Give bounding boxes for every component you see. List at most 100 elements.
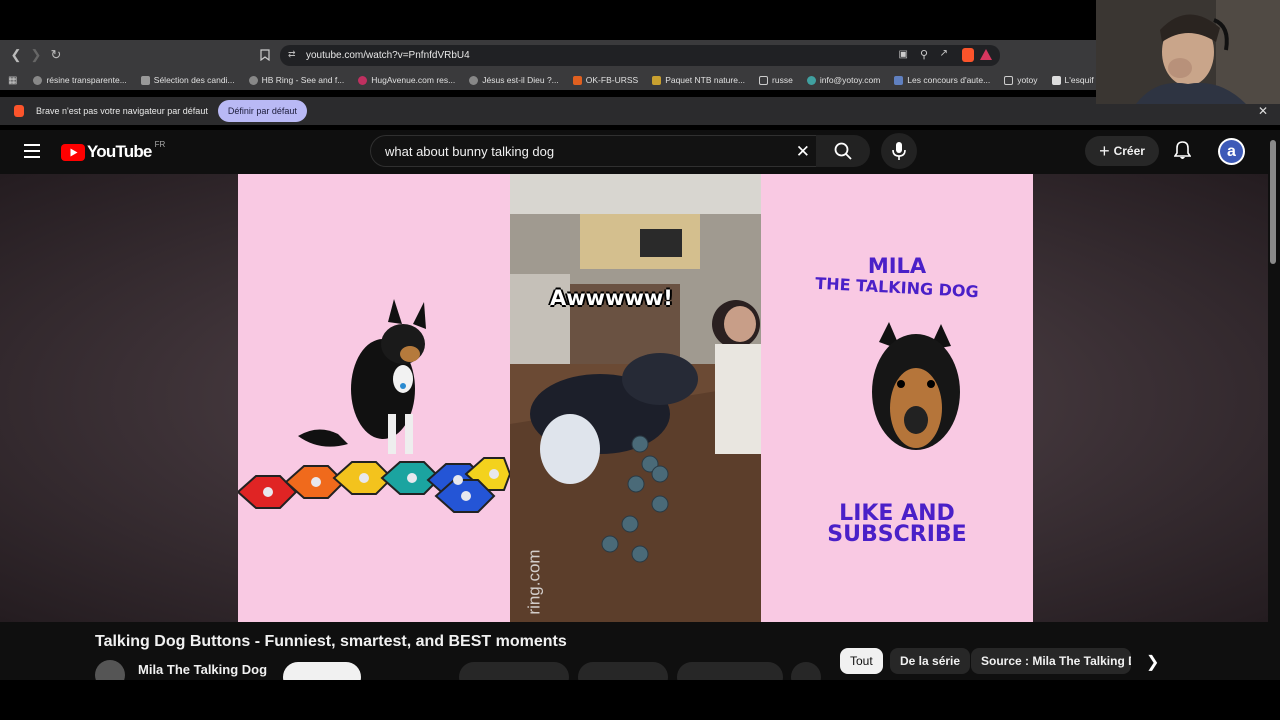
search-button[interactable] <box>816 135 870 167</box>
bookmark-item[interactable]: info@yotoy.com <box>806 75 881 85</box>
bookmark-favicon-icon <box>140 75 150 85</box>
forward-icon[interactable]: ❯ <box>26 45 46 65</box>
bookmark-favicon-icon <box>358 75 368 85</box>
youtube-wordmark: YouTube <box>87 142 152 161</box>
subscribe-button[interactable] <box>283 662 361 680</box>
bookmarks-bar: ▦ résine transparente... Sélection des c… <box>0 70 1280 90</box>
cta-subscribe: SUBSCRIBE <box>827 522 967 547</box>
bookmark-favicon-icon <box>652 75 662 85</box>
screen: ❮ ❯ ↻ ⇄ youtube.com/watch?v=PnfnfdVRbU4 … <box>0 0 1280 720</box>
bookmark-favicon-icon <box>894 75 904 85</box>
video-right-panel: MILA THE TALKING DOG LIKE AND SUBSCRIBE <box>761 174 1033 622</box>
bookmark-item[interactable]: OK-FB-URSS <box>572 75 639 85</box>
bookmark-item[interactable]: HugAvenue.com res... <box>358 75 455 85</box>
bookmark-folder[interactable]: russe <box>759 75 793 85</box>
chevron-right-icon[interactable]: ❯ <box>1146 652 1159 672</box>
back-icon[interactable]: ❮ <box>6 45 26 65</box>
bookmark-label: Paquet NTB nature... <box>665 75 746 85</box>
search-icon <box>834 142 852 160</box>
bookmark-icon[interactable] <box>255 45 275 65</box>
bookmark-item[interactable]: HB Ring - See and f... <box>248 75 345 85</box>
search-input[interactable]: what about bunny talking dog ✕ <box>370 135 817 167</box>
youtube-page: YouTube FR what about bunny talking dog … <box>0 130 1280 680</box>
youtube-logo[interactable]: YouTube FR <box>61 139 166 162</box>
dog-head-image <box>872 322 960 450</box>
apps-grid-icon[interactable]: ▦ <box>8 75 17 86</box>
hamburger-menu-icon[interactable] <box>24 144 40 163</box>
avatar-letter: a <box>1220 140 1243 163</box>
video-left-panel <box>236 174 512 622</box>
bookmark-favicon-icon <box>572 75 582 85</box>
zoom-icon[interactable]: ⚲ <box>920 48 928 61</box>
video-middle-panel: Awwwww! ring.com <box>510 174 761 622</box>
site-info-icon[interactable]: ⇄ <box>288 49 296 60</box>
bookmark-label: résine transparente... <box>46 75 127 85</box>
brave-logo-icon <box>14 105 24 117</box>
video-info-section: Talking Dog Buttons - Funniest, smartest… <box>0 622 1280 680</box>
youtube-header: YouTube FR what about bunny talking dog … <box>0 130 1280 174</box>
set-default-button[interactable]: Définir par défaut <box>217 100 307 122</box>
plus-icon: + <box>1099 140 1110 161</box>
bookmark-favicon-icon <box>806 75 816 85</box>
microphone-icon <box>892 142 906 160</box>
brave-rewards-icon[interactable] <box>980 49 992 60</box>
bookmark-folder[interactable]: yotoy <box>1004 75 1038 85</box>
more-actions-button[interactable] <box>791 662 821 680</box>
video-caption: Awwwww! <box>550 286 673 310</box>
bookmark-item[interactable]: Sélection des candi... <box>140 75 235 85</box>
folder-icon <box>759 75 769 85</box>
bookmark-label: HugAvenue.com res... <box>371 75 456 85</box>
bookmark-favicon-icon <box>33 75 43 85</box>
install-icon[interactable]: ▣ <box>899 49 908 60</box>
chip-series[interactable]: De la série <box>890 648 971 674</box>
bookmark-item[interactable]: Jésus est-il Dieu ?... <box>469 75 559 85</box>
address-bar[interactable]: ⇄ youtube.com/watch?v=PnfnfdVRbU4 ▣ ⚲ ↗ <box>280 45 1000 66</box>
voice-search-button[interactable] <box>881 133 917 169</box>
bookmark-item[interactable]: résine transparente... <box>33 75 127 85</box>
download-button[interactable] <box>677 662 783 680</box>
like-dislike-button[interactable] <box>459 662 569 680</box>
webcam-person-image <box>1096 0 1280 104</box>
bottom-letterbox <box>0 680 1280 720</box>
bookmark-label: Sélection des candi... <box>153 75 235 85</box>
create-label: Créer <box>1113 144 1145 158</box>
bookmark-label: OK-FB-URSS <box>585 75 639 85</box>
close-infobar-icon[interactable]: ✕ <box>1258 104 1268 118</box>
bookmark-favicon-icon <box>248 75 258 85</box>
ring-watermark: ring.com <box>524 549 544 615</box>
share-button[interactable] <box>578 662 668 680</box>
top-letterbox <box>0 0 1280 40</box>
notifications-bell-icon[interactable] <box>1173 141 1192 165</box>
bookmark-label: HB Ring - See and f... <box>261 75 345 85</box>
bookmark-label: Jésus est-il Dieu ?... <box>482 75 559 85</box>
dog-with-buttons-image <box>236 299 512 513</box>
infobar-text: Brave n'est pas votre navigateur par déf… <box>36 106 208 116</box>
page-scrollbar[interactable] <box>1270 140 1276 264</box>
chip-all[interactable]: Tout <box>840 648 883 674</box>
clear-search-icon[interactable]: ✕ <box>796 142 810 162</box>
youtube-play-icon <box>61 143 85 161</box>
create-button[interactable]: + Créer <box>1085 136 1159 166</box>
default-browser-infobar: Brave n'est pas votre navigateur par déf… <box>0 97 1280 125</box>
bookmark-label: yotoy <box>1017 75 1038 85</box>
video-player[interactable]: Awwwww! ring.com MILA THE TALKING DOG LI… <box>0 174 1268 622</box>
bookmark-item[interactable]: Les concours d'aute... <box>894 75 990 85</box>
channel-avatar[interactable] <box>95 660 125 680</box>
chip-source[interactable]: Source : Mila The Talking Do <box>971 648 1131 674</box>
share-icon[interactable]: ↗ <box>940 48 948 59</box>
bookmark-item[interactable]: Paquet NTB nature... <box>652 75 745 85</box>
bookmark-label: info@yotoy.com <box>819 75 881 85</box>
region-code: FR <box>154 139 166 149</box>
bookmark-label: Les concours d'aute... <box>907 75 991 85</box>
brave-shields-icon[interactable] <box>962 48 974 62</box>
reload-icon[interactable]: ↻ <box>46 45 66 65</box>
bookmark-favicon-icon <box>1051 75 1061 85</box>
channel-name[interactable]: Mila The Talking Dog <box>138 662 267 677</box>
video-title: Talking Dog Buttons - Funniest, smartest… <box>95 633 567 650</box>
bookmark-favicon-icon <box>469 75 479 85</box>
bookmark-label: russe <box>772 75 793 85</box>
avatar[interactable]: a <box>1218 138 1245 165</box>
search-query-text: what about bunny talking dog <box>385 143 555 159</box>
webcam-overlay <box>1096 0 1280 104</box>
url-text: youtube.com/watch?v=PnfnfdVRbU4 <box>306 50 470 61</box>
